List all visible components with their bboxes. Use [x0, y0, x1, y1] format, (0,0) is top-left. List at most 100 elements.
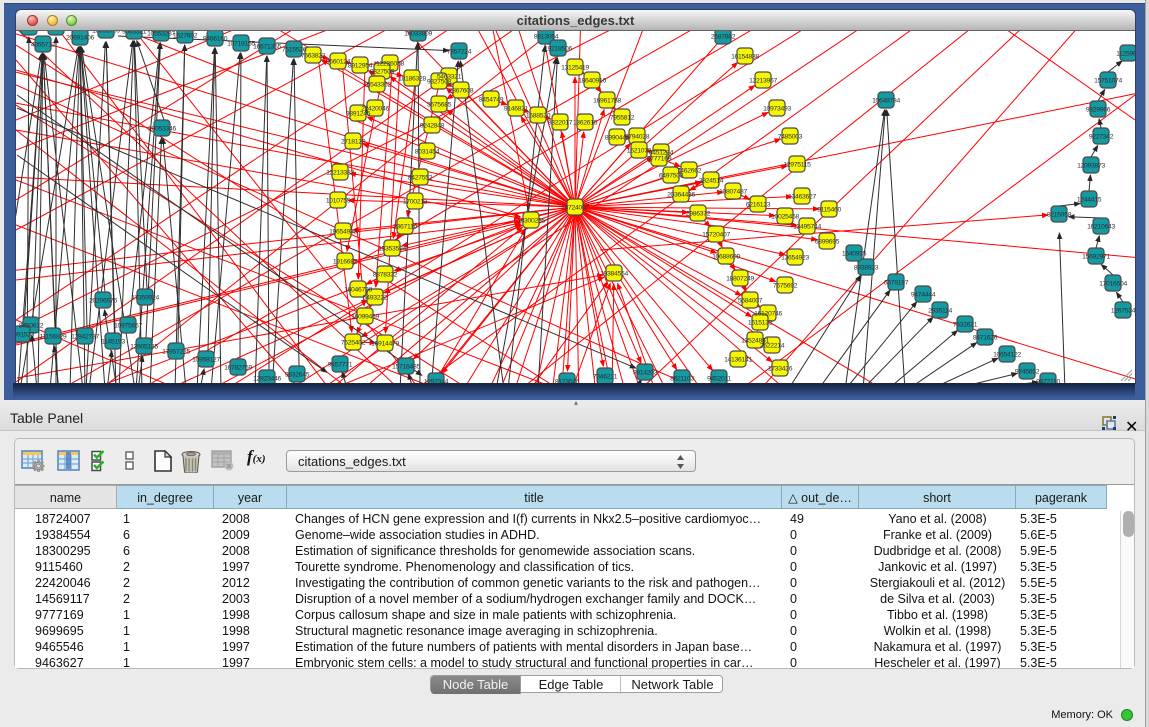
svg-text:8471626: 8471626	[973, 335, 998, 342]
svg-text:14136141: 14136141	[724, 357, 752, 364]
svg-text:12213383: 12213383	[326, 170, 354, 177]
svg-text:7663822: 7663822	[301, 53, 326, 60]
svg-text:9227342: 9227342	[1089, 134, 1114, 141]
svg-text:6794028: 6794028	[625, 134, 650, 141]
svg-text:15716485: 15716485	[392, 364, 420, 371]
svg-text:10973493: 10973493	[763, 106, 791, 113]
svg-text:10648784: 10648784	[872, 98, 900, 105]
svg-text:9063521: 9063521	[122, 31, 147, 36]
svg-text:19218506: 19218506	[544, 46, 572, 53]
svg-text:8938923: 8938923	[854, 265, 879, 272]
svg-text:12226058: 12226058	[376, 61, 404, 68]
svg-text:9329966: 9329966	[1086, 107, 1111, 114]
svg-text:8454749: 8454749	[479, 97, 504, 104]
svg-text:8123407: 8123407	[44, 31, 69, 32]
svg-text:18186328: 18186328	[398, 76, 426, 83]
svg-text:13353594: 13353594	[378, 246, 406, 253]
svg-text:20053346: 20053346	[148, 126, 176, 133]
svg-text:18300295: 18300295	[517, 218, 545, 225]
svg-text:10719155: 10719155	[227, 41, 255, 48]
svg-text:1125963: 1125963	[1116, 51, 1135, 58]
svg-text:10807487: 10807487	[719, 189, 747, 196]
svg-text:9457771: 9457771	[328, 362, 353, 369]
svg-text:1010755: 1010755	[326, 198, 351, 205]
svg-text:1145193: 1145193	[101, 339, 125, 346]
svg-text:1362615: 1362615	[573, 120, 598, 127]
svg-text:2986372: 2986372	[686, 211, 711, 218]
svg-text:7632621: 7632621	[953, 322, 978, 329]
svg-text:1640935: 1640935	[842, 251, 867, 258]
svg-text:1244415: 1244415	[1077, 197, 1102, 204]
svg-text:2522214: 2522214	[760, 343, 785, 350]
svg-text:6899695: 6899695	[815, 239, 840, 246]
svg-text:13495744: 13495744	[793, 224, 821, 231]
svg-text:8215958: 8215958	[1047, 212, 1072, 219]
svg-text:6497508: 6497508	[659, 173, 684, 180]
svg-text:16154838: 16154838	[731, 54, 759, 61]
svg-text:15692971: 15692971	[1082, 254, 1110, 261]
svg-text:12093873: 12093873	[1077, 163, 1105, 170]
svg-text:9327509: 9327509	[370, 69, 395, 76]
svg-text:9115460: 9115460	[817, 207, 841, 214]
svg-text:9452011: 9452011	[707, 376, 731, 383]
svg-text:5493222: 5493222	[363, 295, 388, 302]
svg-text:9391533: 9391533	[16, 332, 35, 339]
svg-text:1615132: 1615132	[748, 320, 773, 327]
svg-text:1527602: 1527602	[173, 33, 198, 40]
svg-text:9891245: 9891245	[346, 111, 371, 118]
svg-text:8821103: 8821103	[670, 376, 694, 383]
svg-text:2687682: 2687682	[711, 34, 736, 41]
svg-text:3824514: 3824514	[699, 178, 724, 185]
svg-text:20206576: 20206576	[89, 298, 117, 305]
svg-text:18724007: 18724007	[561, 205, 589, 212]
svg-text:10025458: 10025458	[771, 214, 799, 221]
svg-text:10975657: 10975657	[114, 323, 142, 330]
svg-text:19654933: 19654933	[329, 229, 357, 236]
svg-text:7955812: 7955812	[610, 115, 635, 122]
svg-text:2367110: 2367110	[393, 224, 417, 231]
svg-text:9914203: 9914203	[633, 370, 658, 377]
svg-text:2935114: 2935114	[928, 308, 952, 315]
svg-text:10688609: 10688609	[712, 254, 740, 261]
svg-text:1588520: 1588520	[526, 113, 551, 120]
svg-text:7857224: 7857224	[447, 49, 472, 56]
svg-text:8031454: 8031454	[415, 149, 440, 156]
svg-text:9327508: 9327508	[427, 79, 452, 86]
svg-text:6379197: 6379197	[884, 280, 909, 287]
svg-text:16210643: 16210643	[1087, 224, 1115, 231]
svg-text:7485003: 7485003	[778, 134, 803, 141]
svg-text:7346221: 7346221	[593, 374, 618, 381]
svg-text:2718129: 2718129	[341, 139, 366, 146]
svg-text:16046788: 16046788	[344, 287, 372, 294]
svg-text:7675692: 7675692	[773, 283, 798, 290]
svg-text:4055712: 4055712	[31, 42, 56, 49]
svg-text:17016504: 17016504	[1099, 281, 1127, 288]
svg-text:20364436: 20364436	[667, 192, 695, 199]
svg-text:12213967: 12213967	[749, 78, 777, 85]
svg-text:8123046: 8123046	[555, 379, 580, 384]
svg-text:3675685: 3675685	[427, 102, 452, 109]
svg-text:7625402: 7625402	[341, 340, 366, 347]
svg-text:9832645: 9832645	[285, 372, 310, 379]
svg-text:1700212: 1700212	[403, 199, 428, 206]
svg-text:17957225: 17957225	[162, 349, 190, 356]
svg-text:16914479: 16914479	[371, 341, 399, 348]
svg-text:9472110: 9472110	[1036, 379, 1060, 384]
svg-text:1267534: 1267534	[1111, 308, 1135, 315]
svg-text:15751074: 15751074	[1094, 78, 1122, 85]
svg-text:16543362: 16543362	[363, 82, 391, 89]
svg-text:13125419: 13125419	[561, 65, 589, 72]
svg-text:8450612: 8450612	[19, 323, 44, 330]
svg-text:16093709: 16093709	[92, 31, 120, 35]
svg-text:9146821: 9146821	[504, 106, 529, 113]
svg-text:12923446: 12923446	[253, 376, 281, 383]
svg-text:10654122: 10654122	[993, 352, 1021, 359]
svg-text:17359924: 17359924	[131, 295, 159, 302]
svg-text:8878332: 8878332	[373, 272, 398, 279]
svg-text:16120746: 16120746	[754, 311, 782, 318]
svg-text:1916682: 1916682	[333, 259, 358, 266]
svg-text:9474444: 9474444	[911, 292, 936, 299]
svg-text:18640910: 18640910	[578, 78, 606, 85]
svg-text:12975115: 12975115	[783, 162, 811, 169]
svg-text:20691406: 20691406	[66, 35, 94, 42]
